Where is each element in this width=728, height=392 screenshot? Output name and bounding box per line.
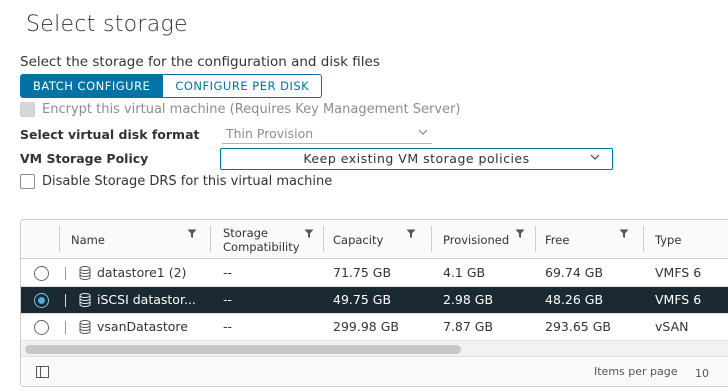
cell-type: VMFS 6: [655, 265, 702, 280]
database-icon: [79, 266, 91, 283]
storage-policy-label: VM Storage Policy: [20, 151, 149, 166]
configure-mode-toggle: BATCH CONFIGURE CONFIGURE PER DISK: [20, 74, 323, 98]
encrypt-vm-checkbox[interactable]: [20, 102, 35, 117]
table-row-selected[interactable]: iSCSI datastor... -- 49.75 GB 2.98 GB 48…: [21, 287, 728, 314]
table-row[interactable]: vsanDatastore -- 299.98 GB 7.87 GB 293.6…: [21, 314, 728, 341]
cell-capacity: 299.98 GB: [333, 319, 399, 334]
cell-name: vsanDatastore: [97, 319, 188, 334]
column-toggle-icon[interactable]: [36, 366, 49, 378]
row-select-radio[interactable]: [34, 320, 49, 335]
column-header-name[interactable]: Name: [71, 233, 105, 247]
cell-compatibility: --: [223, 319, 233, 334]
grid-footer: Items per page 10: [21, 358, 728, 386]
filter-icon[interactable]: [304, 229, 314, 242]
scrollbar-thumb[interactable]: [25, 345, 461, 354]
cell-free: 293.65 GB: [545, 319, 611, 334]
cell-provisioned: 7.87 GB: [443, 319, 494, 334]
table-row[interactable]: datastore1 (2) -- 71.75 GB 4.1 GB 69.74 …: [21, 260, 728, 287]
row-select-radio[interactable]: [34, 266, 49, 281]
disable-storage-drs-checkbox[interactable]: [20, 174, 35, 189]
encrypt-vm-label: Encrypt this virtual machine (Requires K…: [42, 102, 461, 117]
storage-policy-select[interactable]: Keep existing VM storage policies: [220, 148, 613, 170]
disk-format-value: Thin Provision: [226, 126, 314, 141]
cell-capacity: 49.75 GB: [333, 292, 392, 307]
column-header-provisioned[interactable]: Provisioned: [443, 233, 509, 247]
cell-provisioned: 2.98 GB: [443, 292, 494, 307]
column-header-storage-compatibility-line2: Compatibility: [223, 240, 300, 254]
column-header-free[interactable]: Free: [545, 233, 569, 247]
disk-format-label: Select virtual disk format: [20, 127, 200, 142]
filter-icon[interactable]: [406, 229, 416, 242]
disk-format-select[interactable]: Thin Provision: [222, 124, 432, 144]
batch-configure-button[interactable]: BATCH CONFIGURE: [20, 74, 164, 98]
horizontal-scrollbar[interactable]: [21, 341, 728, 357]
column-header-storage-compatibility[interactable]: Storage Compatibility: [223, 226, 300, 254]
cell-provisioned: 4.1 GB: [443, 265, 486, 280]
disable-storage-drs-label: Disable Storage DRS for this virtual mac…: [42, 174, 333, 189]
cell-type: vSAN: [655, 319, 689, 334]
filter-icon[interactable]: [619, 229, 629, 242]
datastore-grid: Name Storage Compatibility Capacity Prov…: [20, 219, 728, 387]
database-icon: [79, 320, 91, 337]
filter-icon[interactable]: [515, 229, 525, 242]
column-header-storage-compatibility-line1: Storage: [223, 226, 268, 240]
cell-name: iSCSI datastor...: [97, 292, 196, 307]
configure-per-disk-button[interactable]: CONFIGURE PER DISK: [163, 74, 323, 98]
cell-free: 69.74 GB: [545, 265, 604, 280]
items-per-page-select[interactable]: 10: [695, 367, 709, 380]
cell-compatibility: --: [223, 265, 233, 280]
cell-name: datastore1 (2): [97, 265, 187, 280]
items-per-page-label: Items per page: [594, 365, 678, 378]
cell-capacity: 71.75 GB: [333, 265, 392, 280]
storage-policy-value: Keep existing VM storage policies: [303, 151, 530, 166]
row-select-radio[interactable]: [34, 293, 49, 308]
cell-free: 48.26 GB: [545, 292, 604, 307]
column-header-capacity[interactable]: Capacity: [333, 233, 383, 247]
chevron-down-icon: [590, 148, 600, 168]
page-title: Select storage: [26, 12, 188, 37]
database-icon: [79, 293, 91, 310]
grid-header: Name Storage Compatibility Capacity Prov…: [21, 220, 728, 259]
cell-compatibility: --: [223, 292, 233, 307]
filter-icon[interactable]: [187, 229, 197, 242]
cell-type: VMFS 6: [655, 292, 702, 307]
page-subtitle: Select the storage for the configuration…: [20, 54, 380, 70]
chevron-down-icon: [418, 123, 428, 143]
column-header-type[interactable]: Type: [655, 233, 681, 247]
